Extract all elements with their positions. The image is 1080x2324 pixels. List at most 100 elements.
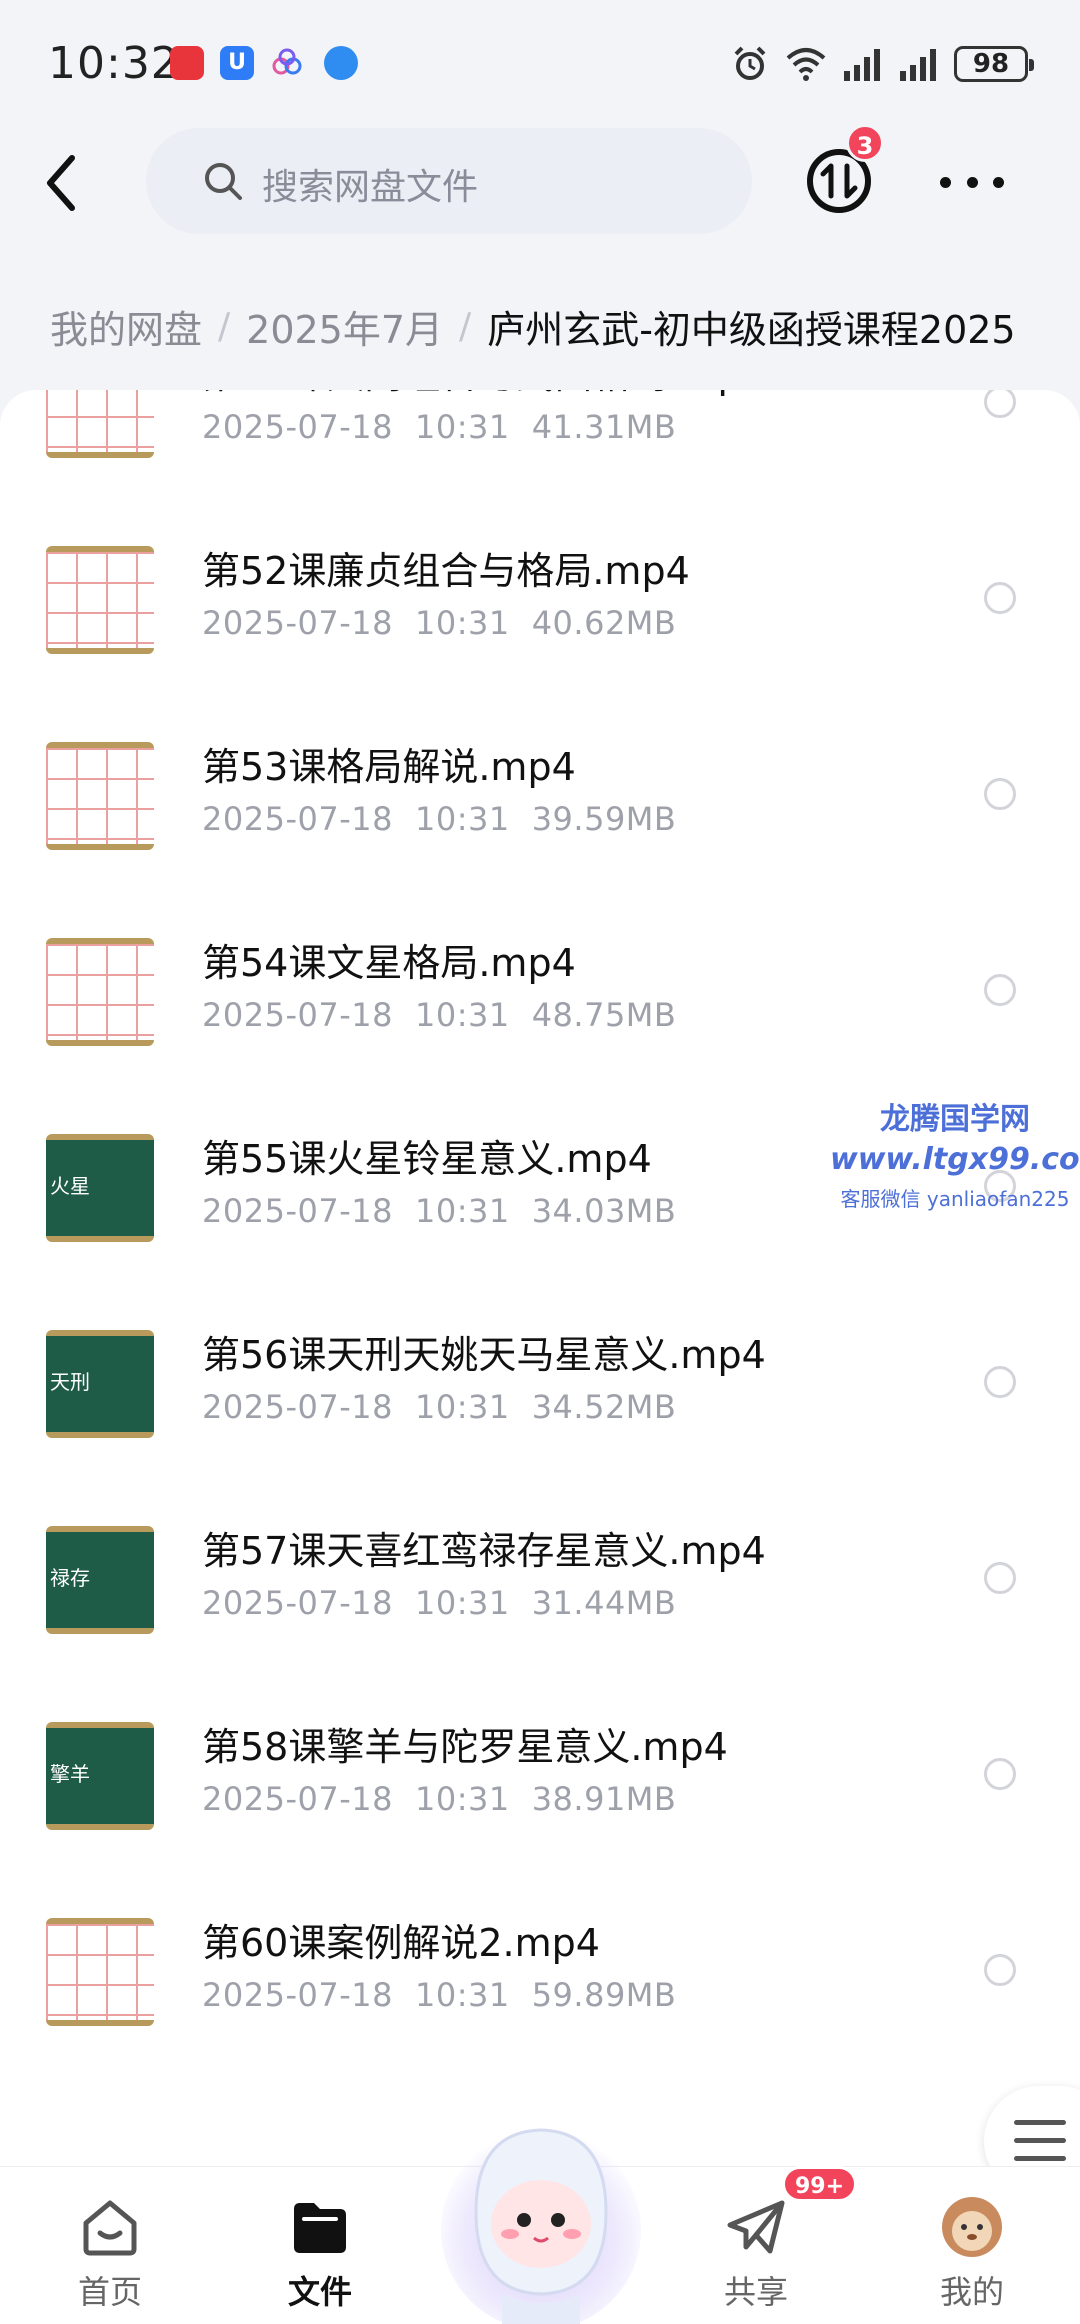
alarm-icon bbox=[734, 46, 766, 80]
video-thumbnail: 火星 bbox=[46, 1134, 154, 1242]
breadcrumb: 我的网盘 / 2025年7月 / 庐州玄武-初中级函授课程2025 bbox=[50, 296, 1016, 356]
menu-line-icon bbox=[1014, 2156, 1066, 2161]
file-size: 34.03MB bbox=[531, 1192, 677, 1230]
breadcrumb-root[interactable]: 我的网盘 bbox=[50, 299, 202, 354]
breadcrumb-separator: / bbox=[459, 305, 472, 347]
avatar bbox=[942, 2197, 1002, 2257]
file-meta: 2025-07-18 10:31 39.59MB bbox=[202, 800, 676, 838]
file-row[interactable]: 第60课案例解说2.mp4 2025-07-18 10:31 59.89MB bbox=[0, 1872, 1080, 2068]
thumbnail-text: 天刑 bbox=[50, 1370, 90, 1394]
file-row[interactable]: 禄存 第57课天喜红鸾禄存星意义.mp4 2025-07-18 10:31 31.44M… bbox=[0, 1480, 1080, 1676]
file-row[interactable]: 第52课廉贞组合与格局.mp4 2025-07-18 10:31 40.62MB bbox=[0, 500, 1080, 696]
search-input[interactable]: 搜索网盘文件 bbox=[146, 128, 752, 234]
video-thumbnail: 天刑 bbox=[46, 1330, 154, 1438]
select-checkbox[interactable] bbox=[984, 974, 1016, 1006]
file-time: 10:31 bbox=[414, 408, 510, 446]
video-thumbnail bbox=[46, 1918, 154, 2026]
thumbnail-grid-pattern bbox=[46, 390, 154, 452]
thumbnail-grid-pattern bbox=[46, 944, 154, 1040]
select-checkbox[interactable] bbox=[984, 1366, 1016, 1398]
file-time: 10:31 bbox=[414, 1976, 510, 2014]
file-date: 2025-07-18 bbox=[202, 800, 393, 838]
select-checkbox[interactable] bbox=[984, 1562, 1016, 1594]
watermark-contact: 客服微信 yanliaofan225 bbox=[840, 1187, 1070, 1211]
tab-home-label: 首页 bbox=[77, 2273, 142, 2311]
thumbnail-grid-pattern bbox=[46, 552, 154, 648]
file-date: 2025-07-18 bbox=[202, 1780, 393, 1818]
file-size: 31.44MB bbox=[531, 1584, 677, 1622]
more-options-button[interactable] bbox=[940, 162, 1004, 202]
file-row[interactable]: 天刑 第56课天刑天姚天马星意义.mp4 2025-07-18 10:31 34.52M… bbox=[0, 1284, 1080, 1480]
thumbnail-text: 火星 bbox=[50, 1174, 90, 1198]
file-size: 59.89MB bbox=[531, 1976, 677, 2014]
wifi-icon bbox=[786, 48, 826, 81]
dot-icon bbox=[966, 176, 978, 188]
select-checkbox[interactable] bbox=[984, 1758, 1016, 1790]
file-size: 40.62MB bbox=[531, 604, 677, 642]
signal-icon bbox=[844, 49, 880, 81]
file-row[interactable]: 第53课格局解说.mp4 2025-07-18 10:31 39.59MB bbox=[0, 696, 1080, 892]
file-row[interactable]: 第51课天同组合与武曲格局.mp4 2025-07-18 10:31 41.31MB bbox=[0, 390, 1080, 500]
video-thumbnail: 擎羊 bbox=[46, 1722, 154, 1830]
ai-assistant-mascot[interactable] bbox=[436, 2112, 646, 2324]
cloud-app-icon bbox=[272, 48, 302, 75]
file-size: 34.52MB bbox=[531, 1388, 677, 1426]
menu-line-icon bbox=[1014, 2138, 1066, 2143]
file-date: 2025-07-18 bbox=[202, 996, 393, 1034]
file-time: 10:31 bbox=[414, 604, 510, 642]
file-name: 第53课格局解说.mp4 bbox=[202, 745, 576, 789]
breadcrumb-separator: / bbox=[218, 305, 231, 347]
app-notification-icon: U bbox=[220, 46, 254, 80]
file-list: 第51课天同组合与武曲格局.mp42025-07-1810:3141.31MB第… bbox=[0, 390, 1080, 2170]
thumbnail-text: 擎羊 bbox=[50, 1762, 90, 1786]
file-date: 2025-07-18 bbox=[202, 1584, 393, 1622]
file-time: 10:31 bbox=[414, 1388, 510, 1426]
file-size: 48.75MB bbox=[531, 996, 677, 1034]
thumbnail-text: 禄存 bbox=[50, 1566, 90, 1590]
tab-files[interactable]: 文件 bbox=[240, 2177, 400, 2317]
file-row[interactable]: 第54课文星格局.mp4 2025-07-18 10:31 48.75MB bbox=[0, 892, 1080, 1088]
transfer-badge: 3 bbox=[846, 124, 884, 162]
file-name: 第55课火星铃星意义.mp4 bbox=[202, 1137, 652, 1181]
thumbnail-grid-pattern bbox=[46, 1924, 154, 2020]
file-name: 第60课案例解说2.mp4 bbox=[202, 1921, 600, 1965]
watermark-url: www.ltgx99.com bbox=[830, 1142, 1080, 1177]
status-time: 10:32 bbox=[48, 38, 180, 89]
breadcrumb-month[interactable]: 2025年7月 bbox=[246, 299, 443, 354]
status-indicators: 98 bbox=[730, 44, 1034, 84]
file-date: 2025-07-18 bbox=[202, 1192, 393, 1230]
file-meta: 2025-07-18 10:31 41.31MB bbox=[202, 408, 676, 446]
folder-icon bbox=[294, 2203, 346, 2253]
status-bar: 10:32 U 98 bbox=[0, 0, 1080, 120]
signal-icon-2 bbox=[900, 49, 936, 81]
file-date: 2025-07-18 bbox=[202, 1388, 393, 1426]
tab-mine[interactable]: 我的 bbox=[892, 2177, 1052, 2317]
file-size: 38.91MB bbox=[531, 1780, 677, 1818]
tab-mine-label: 我的 bbox=[939, 2273, 1004, 2311]
file-date: 2025-07-18 bbox=[202, 1976, 393, 2014]
file-name: 第56课天刑天姚天马星意义.mp4 bbox=[202, 1333, 766, 1377]
watermark-title: 龙腾国学网 bbox=[880, 1102, 1030, 1137]
file-name: 第51课天同组合与武曲格局.mp4 bbox=[202, 390, 766, 399]
file-date: 2025-07-18 bbox=[202, 408, 393, 446]
dot-icon bbox=[940, 176, 951, 188]
tab-share-label: 共享 bbox=[723, 2273, 788, 2311]
file-row[interactable]: 擎羊 第58课擎羊与陀罗星意义.mp4 2025-07-18 10:31 38.91MB bbox=[0, 1676, 1080, 1872]
file-time: 10:31 bbox=[414, 1584, 510, 1622]
file-date: 2025-07-18 bbox=[202, 604, 393, 642]
file-meta: 2025-07-18 10:31 59.89MB bbox=[202, 1976, 676, 2014]
select-checkbox[interactable] bbox=[984, 778, 1016, 810]
tab-home[interactable]: 首页 bbox=[30, 2177, 190, 2317]
select-checkbox[interactable] bbox=[984, 1954, 1016, 1986]
file-time: 10:31 bbox=[414, 1192, 510, 1230]
share-badge: 99+ bbox=[782, 2166, 858, 2202]
select-checkbox[interactable] bbox=[984, 390, 1016, 418]
breadcrumb-current: 庐州玄武-初中级函授课程2025 bbox=[487, 307, 1016, 352]
search-placeholder: 搜索网盘文件 bbox=[262, 167, 479, 208]
battery-indicator: 98 bbox=[954, 46, 1034, 82]
select-checkbox[interactable] bbox=[984, 582, 1016, 614]
thumbnail-grid-pattern bbox=[46, 748, 154, 844]
file-meta: 2025-07-18 10:31 31.44MB bbox=[202, 1584, 676, 1622]
video-thumbnail bbox=[46, 938, 154, 1046]
back-arrow-icon[interactable] bbox=[38, 148, 88, 218]
